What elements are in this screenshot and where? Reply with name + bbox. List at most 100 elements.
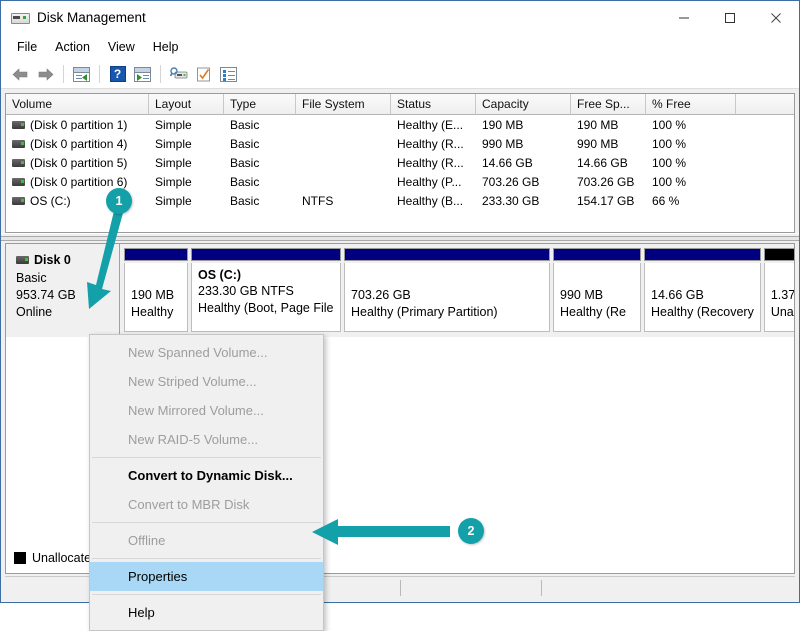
partition-2[interactable]: OS (C:)233.30 GB NTFSHealthy (Boot, Page…: [191, 248, 341, 332]
forward-icon[interactable]: [33, 62, 58, 86]
menu-action[interactable]: Action: [46, 37, 99, 57]
menu-separator: [92, 457, 321, 458]
menu-bar: File Action View Help: [1, 34, 799, 60]
column-header-percent-free[interactable]: % Free: [646, 94, 736, 114]
column-header-volume[interactable]: Volume: [6, 94, 149, 114]
partition-title-spacer: [771, 268, 795, 287]
partition-3[interactable]: 703.26 GBHealthy (Primary Partition): [344, 248, 550, 332]
menu-item-convert-to-mbr-disk: Convert to MBR Disk: [90, 490, 323, 519]
menu-help[interactable]: Help: [144, 37, 188, 57]
partition-color-bar: [553, 248, 641, 261]
show-hide-console-tree-icon[interactable]: [69, 62, 94, 86]
status-segment-3: [542, 580, 795, 596]
title-bar: Disk Management: [1, 1, 799, 34]
partition-size: 1.37 GB: [771, 287, 795, 304]
cell-status: Healthy (P...: [391, 172, 476, 191]
cell-capacity: 990 MB: [476, 134, 571, 153]
disk-context-menu[interactable]: New Spanned Volume...New Striped Volume.…: [89, 334, 324, 631]
cell-layout: Simple: [149, 191, 224, 210]
menu-item-new-spanned-volume: New Spanned Volume...: [90, 338, 323, 367]
table-row[interactable]: (Disk 0 partition 4)SimpleBasicHealthy (…: [6, 134, 794, 153]
maximize-button[interactable]: [707, 1, 753, 34]
partition-size: 990 MB: [560, 287, 634, 304]
table-row[interactable]: (Disk 0 partition 1)SimpleBasic Healthy (…: [6, 115, 794, 134]
column-header-capacity[interactable]: Capacity: [476, 94, 571, 114]
cell-text: (Disk 0 partition 5): [30, 156, 127, 170]
column-header-file-system[interactable]: File System: [296, 94, 391, 114]
disk-view-legend: Unallocate: [14, 551, 91, 565]
partition-body: OS (C:)233.30 GB NTFSHealthy (Boot, Page…: [191, 263, 341, 332]
help-icon[interactable]: ?: [105, 62, 130, 86]
cell-capacity: 190 MB: [476, 115, 571, 134]
properties-icon[interactable]: [191, 62, 216, 86]
cell-type: Basic: [224, 115, 296, 134]
partition-title: OS (C:): [198, 268, 334, 282]
partition-5[interactable]: 14.66 GBHealthy (Recovery: [644, 248, 761, 332]
cell-status: Healthy (E...: [391, 115, 476, 134]
cell-pctfree: 100 %: [646, 153, 736, 172]
cell-pctfree: 100 %: [646, 115, 736, 134]
partition-body: 190 MBHealthy: [124, 263, 188, 332]
cell-free: 190 MB: [571, 115, 646, 134]
cell-filesystem: [296, 172, 391, 191]
menu-item-properties[interactable]: Properties: [90, 562, 323, 591]
menu-item-convert-to-dynamic-disk[interactable]: Convert to Dynamic Disk...: [90, 461, 323, 490]
partition-4[interactable]: 990 MBHealthy (Re: [553, 248, 641, 332]
volume-list-header: Volume Layout Type File System Status Ca…: [6, 94, 794, 115]
cell-volume: (Disk 0 partition 4): [6, 134, 149, 153]
column-header-free-space[interactable]: Free Sp...: [571, 94, 646, 114]
column-header-layout[interactable]: Layout: [149, 94, 224, 114]
unallocated-legend-label: Unallocate: [32, 551, 91, 565]
annotation-badge-2: 2: [458, 518, 484, 544]
cell-type: Basic: [224, 134, 296, 153]
cell-filesystem: [296, 153, 391, 172]
column-header-type[interactable]: Type: [224, 94, 296, 114]
partition-size: 703.26 GB: [351, 287, 543, 304]
menu-item-new-mirrored-volume: New Mirrored Volume...: [90, 396, 323, 425]
cell-type: Basic: [224, 172, 296, 191]
cell-pctfree: 66 %: [646, 191, 736, 210]
partition-status: Unallocated: [771, 304, 795, 321]
cell-free: 990 MB: [571, 134, 646, 153]
partition-size: 190 MB: [131, 287, 181, 304]
close-button[interactable]: [753, 1, 799, 34]
disk-0-type: Basic: [16, 270, 119, 287]
menu-view[interactable]: View: [99, 37, 144, 57]
cell-capacity: 14.66 GB: [476, 153, 571, 172]
partition-title-spacer: [651, 268, 754, 287]
disk-0-info-panel[interactable]: Disk 0 Basic 953.74 GB Online: [6, 244, 120, 337]
menu-file[interactable]: File: [8, 37, 46, 57]
list-view-icon[interactable]: [216, 62, 241, 86]
menu-item-help[interactable]: Help: [90, 598, 323, 627]
partition-body: 14.66 GBHealthy (Recovery: [644, 263, 761, 332]
annotation-badge-1: 1: [106, 188, 132, 214]
partition-title-spacer: [351, 268, 543, 287]
cell-filesystem: [296, 115, 391, 134]
menu-separator: [92, 558, 321, 559]
volume-icon: [12, 197, 25, 205]
toolbar-separator: [63, 65, 64, 83]
volume-icon: [12, 159, 25, 167]
column-header-blank[interactable]: [736, 94, 794, 114]
disk-icon: [16, 256, 29, 264]
disk-0-size: 953.74 GB: [16, 287, 119, 304]
minimize-button[interactable]: [661, 1, 707, 34]
partition-title-spacer: [131, 268, 181, 287]
back-icon[interactable]: [8, 62, 33, 86]
show-hide-action-pane-icon[interactable]: [130, 62, 155, 86]
cell-layout: Simple: [149, 134, 224, 153]
cell-filesystem: NTFS: [296, 191, 391, 210]
rescan-disks-icon[interactable]: [166, 62, 191, 86]
toolbar-separator: [99, 65, 100, 83]
partition-1[interactable]: 190 MBHealthy: [124, 248, 188, 332]
column-header-status[interactable]: Status: [391, 94, 476, 114]
partition-6[interactable]: 1.37 GBUnallocated: [764, 248, 795, 332]
disk-management-window: Disk Management File Action View Help: [0, 0, 800, 603]
table-row[interactable]: (Disk 0 partition 5)SimpleBasicHealthy (…: [6, 153, 794, 172]
disk-0-row: Disk 0 Basic 953.74 GB Online 190 MBHeal…: [6, 244, 794, 337]
cell-type: Basic: [224, 153, 296, 172]
pane-splitter[interactable]: [1, 233, 799, 243]
cell-layout: Simple: [149, 115, 224, 134]
cell-status: Healthy (R...: [391, 153, 476, 172]
cell-volume: (Disk 0 partition 1): [6, 115, 149, 134]
